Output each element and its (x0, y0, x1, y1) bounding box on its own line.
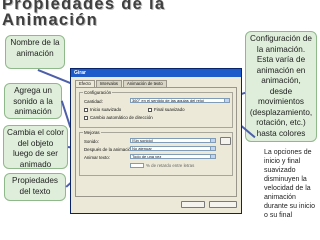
callout-text-properties: Propiedades del texto (4, 173, 66, 201)
ok-button[interactable] (181, 201, 205, 208)
config-group-label: Configuración (83, 90, 113, 95)
callout-name: Nombre de la animación (5, 35, 65, 69)
dialog-tabs: Efecto Intervalos Animación de texto (75, 80, 167, 87)
enhancements-group: Mejoras Sonido: [Sin sonido] Después de … (79, 130, 233, 176)
tab-effect[interactable]: Efecto (75, 80, 95, 87)
volume-button[interactable] (220, 137, 231, 145)
enhancements-group-label: Mejoras (83, 130, 101, 135)
sound-label: Sonido: (84, 139, 99, 144)
animate-text-value: Todo de una vez (132, 154, 162, 159)
chevron-down-icon (224, 99, 229, 102)
after-animation-value: No atenuar (132, 146, 152, 151)
chevron-down-icon (210, 147, 215, 150)
callout-sound: Agrega un sonido a la animación (4, 83, 62, 119)
animate-text-label: Animar texto: (84, 155, 110, 160)
chevron-down-icon (210, 155, 215, 158)
animate-text-select[interactable]: Todo de una vez (130, 154, 216, 159)
sound-value: [Sin sonido] (132, 138, 153, 143)
tab-timing[interactable]: Intervalos (95, 80, 123, 87)
letter-delay-note: % de retardo entre letras (146, 163, 195, 168)
tab-pane: Configuración Cantidad: 360° en el senti… (75, 87, 237, 197)
slide-title: Propiedades de la Animación (2, 0, 166, 29)
auto-reverse-checkbox[interactable] (84, 116, 88, 120)
smooth-start-checkbox[interactable] (84, 108, 88, 112)
cancel-button[interactable] (209, 201, 237, 208)
callout-color: Cambia el color del objeto luego de ser … (3, 125, 68, 169)
config-group: Configuración Cantidad: 360° en el senti… (79, 90, 233, 128)
smooth-end-checkbox[interactable] (148, 108, 152, 112)
timing-note: La opciones de inicio y final suavizado … (264, 149, 315, 219)
quantity-value: 360° en el sentido de las agujas del rel… (132, 98, 204, 103)
dialog-titlebar: Girar (71, 69, 241, 77)
effect-options-dialog: Girar Efecto Intervalos Animación de tex… (70, 68, 242, 214)
smooth-end-label: Final suavizado (154, 107, 185, 112)
after-animation-select[interactable]: No atenuar (130, 146, 216, 151)
chevron-down-icon (210, 139, 215, 142)
quantity-label: Cantidad: (84, 99, 103, 104)
sound-select[interactable]: [Sin sonido] (130, 138, 216, 143)
quantity-select[interactable]: 360° en el sentido de las agujas del rel… (130, 98, 230, 103)
after-animation-label: Después de la animación: (84, 147, 135, 152)
tab-text-animation[interactable]: Animación de texto (123, 80, 167, 87)
smooth-start-label: Inicio suavizado (90, 107, 122, 112)
letter-delay-input[interactable] (130, 163, 144, 168)
auto-reverse-label: Cambio automático de dirección (90, 115, 153, 120)
callout-config: Configuración de la animación. Esta varí… (245, 31, 317, 142)
